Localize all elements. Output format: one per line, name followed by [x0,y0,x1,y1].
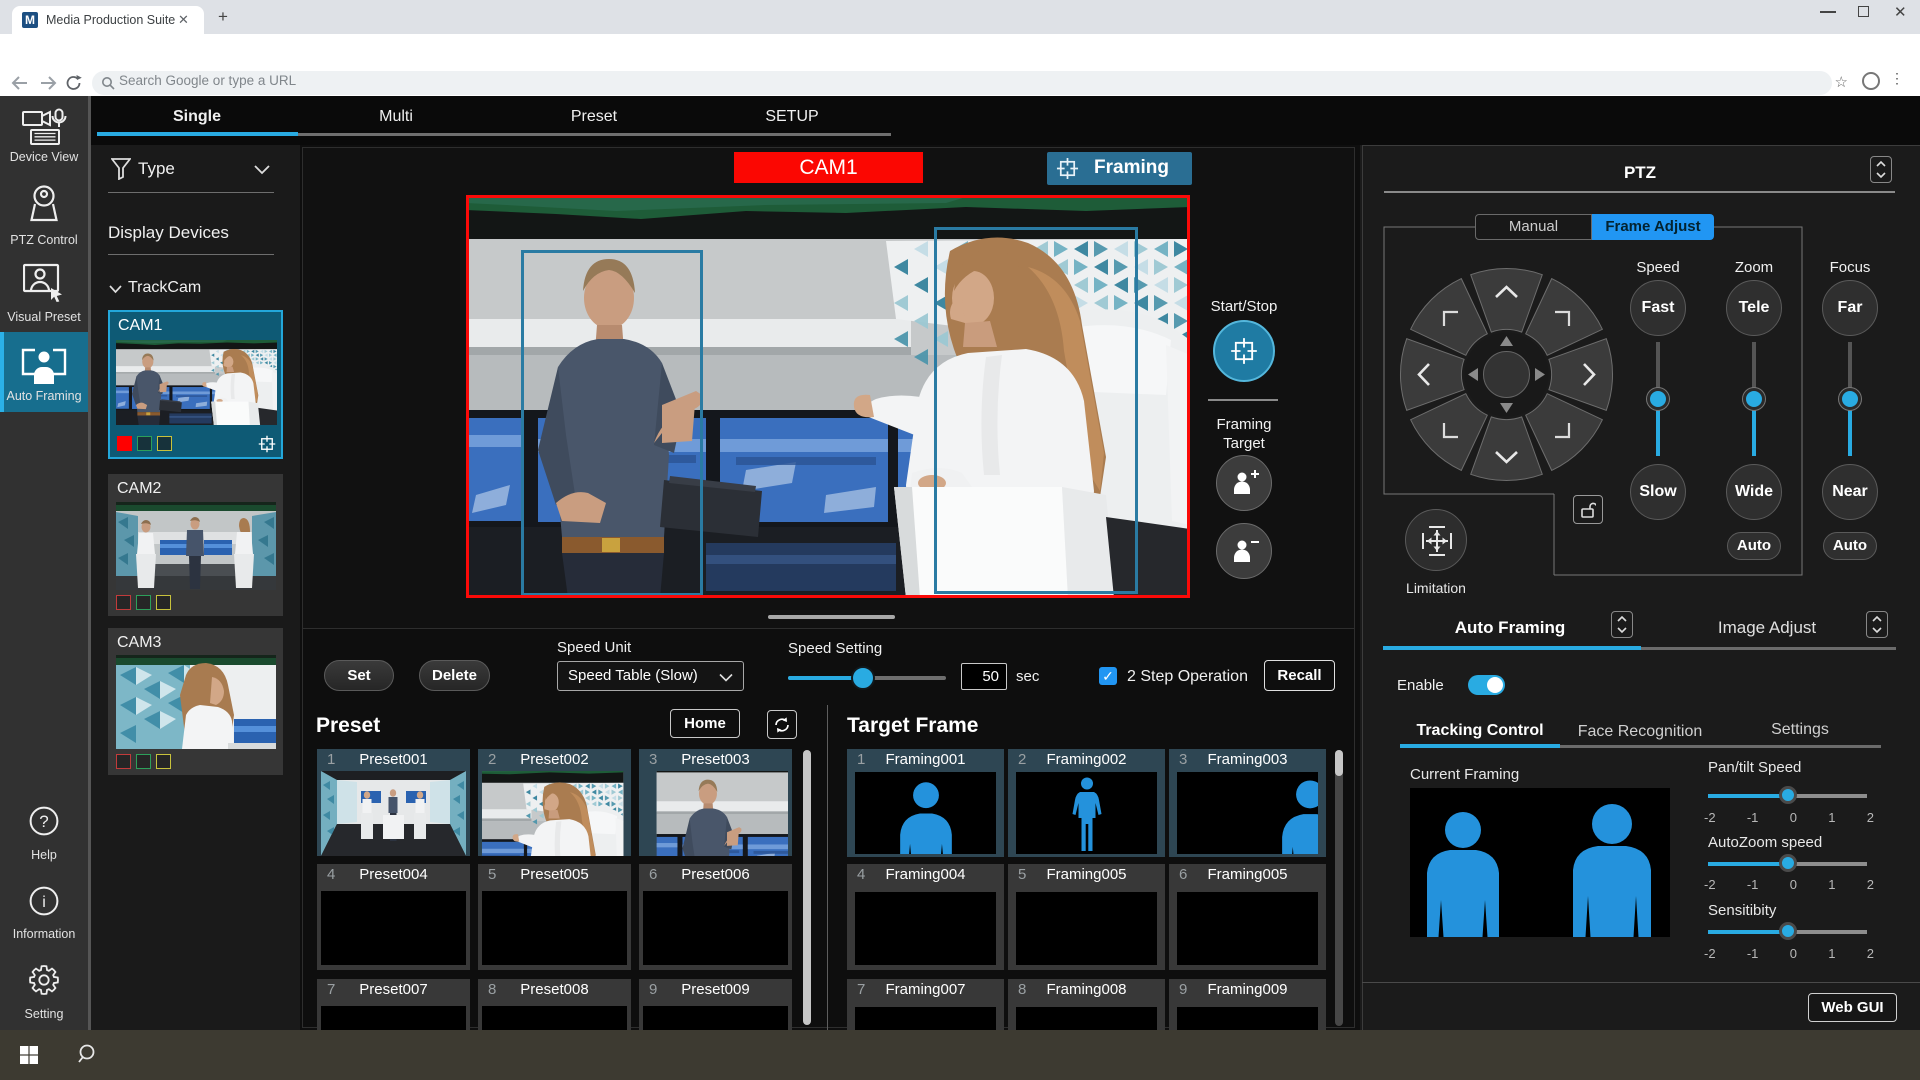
svg-text:?: ? [39,812,48,831]
svg-text:i: i [42,894,46,911]
